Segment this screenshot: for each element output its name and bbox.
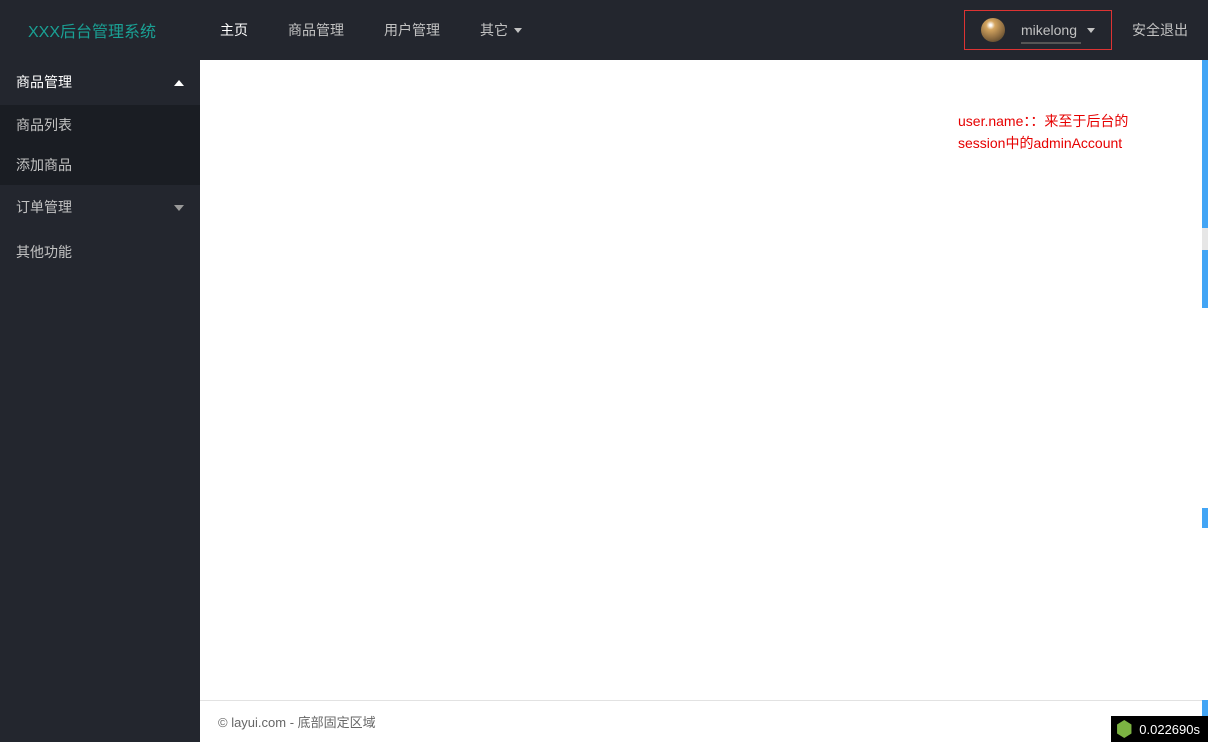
sidebar-item-add-product[interactable]: 添加商品: [0, 145, 200, 185]
footer-text: © layui.com - 底部固定区域: [218, 712, 376, 731]
nav-label: 用户管理: [384, 20, 440, 40]
nav-user[interactable]: 用户管理: [364, 0, 460, 60]
sidebar-group-product[interactable]: 商品管理: [0, 60, 200, 105]
nav-label: 其它: [480, 20, 508, 40]
sidebar-item-product-list[interactable]: 商品列表: [0, 105, 200, 145]
nav-home[interactable]: 主页: [200, 0, 268, 60]
username: mikelong: [1021, 22, 1077, 38]
perf-icon: [1115, 720, 1133, 738]
header: XXX后台管理系统 主页 商品管理 用户管理 其它 mikelong 安全退出: [0, 0, 1208, 60]
logout-link[interactable]: 安全退出: [1112, 20, 1208, 40]
top-nav: 主页 商品管理 用户管理 其它: [200, 0, 542, 60]
app-logo: XXX后台管理系统: [0, 18, 200, 42]
sidebar: 商品管理 商品列表 添加商品 订单管理 其他功能: [0, 60, 200, 742]
main-content: user.name：：来至于后台的session中的adminAccount: [200, 60, 1208, 698]
nav-label: 主页: [220, 20, 248, 40]
sidebar-group-label: 订单管理: [16, 185, 72, 230]
perf-badge[interactable]: 0.022690s: [1111, 716, 1208, 742]
header-right: mikelong 安全退出: [964, 0, 1208, 60]
perf-value: 0.022690s: [1139, 722, 1200, 737]
caret-down-icon: [1087, 28, 1095, 33]
nav-other[interactable]: 其它: [460, 0, 542, 60]
avatar: [981, 18, 1005, 42]
expand-down-icon: [174, 205, 184, 211]
user-menu[interactable]: mikelong: [964, 10, 1112, 50]
annotation-text: user.name：：来至于后台的session中的adminAccount: [958, 110, 1158, 155]
sidebar-item-other[interactable]: 其他功能: [0, 230, 200, 275]
footer: © layui.com - 底部固定区域: [200, 700, 1208, 742]
nav-label: 商品管理: [288, 20, 344, 40]
right-edge-strip: [1202, 60, 1208, 716]
sidebar-group-order[interactable]: 订单管理: [0, 185, 200, 230]
sidebar-group-label: 商品管理: [16, 60, 72, 105]
nav-product[interactable]: 商品管理: [268, 0, 364, 60]
caret-down-icon: [514, 28, 522, 33]
collapse-up-icon: [174, 80, 184, 86]
